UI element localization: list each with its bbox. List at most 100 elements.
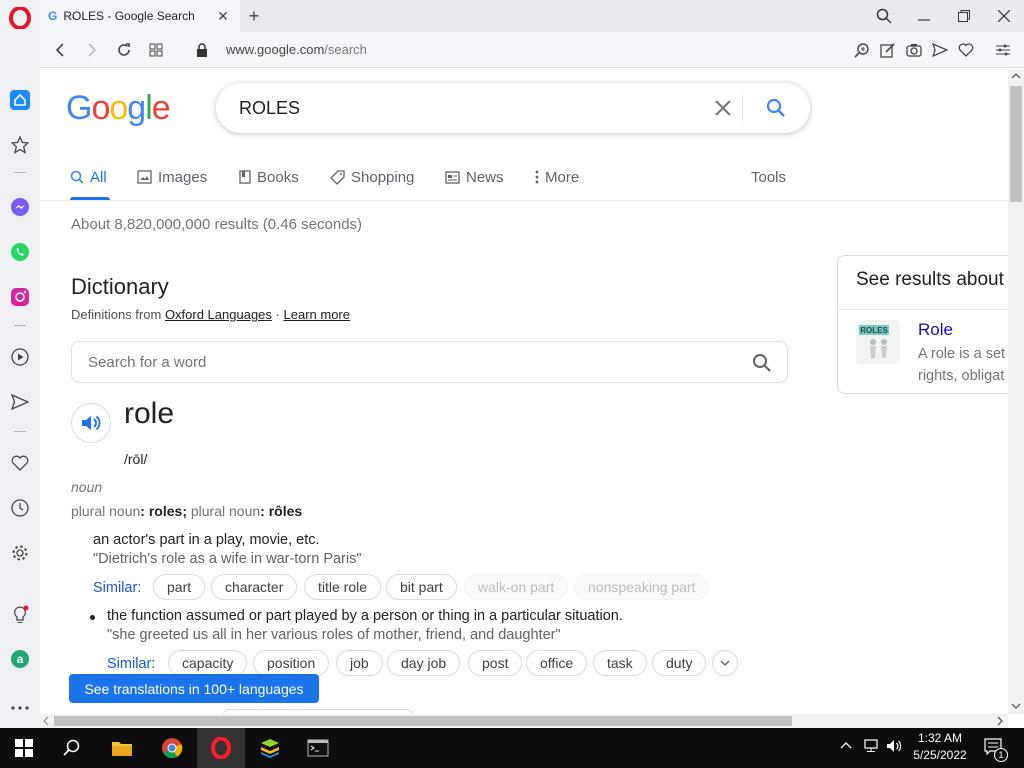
part-of-speech: noun xyxy=(71,479,103,495)
word-search-icon[interactable] xyxy=(752,353,772,373)
similar-chip[interactable]: character xyxy=(211,574,298,600)
whatsapp-icon[interactable] xyxy=(8,240,32,264)
tab-news[interactable]: News xyxy=(445,165,504,189)
bookmarks-icon[interactable] xyxy=(8,133,32,157)
plural-form: rôles xyxy=(268,503,303,519)
zoom-icon[interactable] xyxy=(852,40,872,60)
example-1: "Dietrich's role as a wife in war-torn P… xyxy=(93,551,362,567)
tab-search-icon[interactable] xyxy=(873,6,895,26)
svg-text:a: a xyxy=(17,652,24,666)
definition-1: an actor's part in a play, movie, etc. xyxy=(93,532,320,548)
tab-books[interactable]: Books xyxy=(239,165,299,189)
similar-chip[interactable]: title role xyxy=(304,574,382,600)
close-tab-icon[interactable]: ✕ xyxy=(216,8,230,24)
similar-chip[interactable]: nonspeaking part xyxy=(574,574,710,600)
clear-search-icon[interactable] xyxy=(714,99,732,117)
camera-icon[interactable] xyxy=(904,40,924,60)
plural-label: plural noun xyxy=(71,503,141,519)
similar-chip[interactable]: task xyxy=(593,650,647,676)
expand-similar-button[interactable] xyxy=(712,650,738,676)
tabs-divider xyxy=(40,200,1008,201)
vertical-scroll-thumb[interactable] xyxy=(1010,86,1022,202)
edit-icon[interactable] xyxy=(878,40,898,60)
messenger-icon[interactable] xyxy=(8,195,32,219)
similar-chip[interactable]: position xyxy=(253,650,330,676)
translations-button[interactable]: See translations in 100+ languages xyxy=(69,674,319,703)
speed-dial-icon[interactable] xyxy=(146,40,166,60)
search-input[interactable]: ROLES xyxy=(216,83,810,133)
easy-setup-icon[interactable] xyxy=(993,40,1013,60)
search-icon[interactable] xyxy=(766,98,786,118)
more-vert-icon xyxy=(535,170,539,184)
kp-desc-line: rights, obligat xyxy=(918,368,1005,384)
windows-start-icon[interactable] xyxy=(0,728,48,768)
scroll-right-arrow-icon[interactable] xyxy=(996,716,1004,726)
similar-chip[interactable]: walk-on part xyxy=(464,574,569,600)
tab-all[interactable]: All xyxy=(70,165,107,189)
similar-chip[interactable]: job xyxy=(336,650,383,676)
tab-images[interactable]: Images xyxy=(137,165,207,189)
scroll-left-arrow-icon[interactable] xyxy=(42,716,50,726)
more-dots-icon[interactable] xyxy=(8,696,32,720)
pronunciation-speaker-icon[interactable] xyxy=(71,403,111,443)
kp-title: See results about xyxy=(856,269,1004,290)
send-icon[interactable] xyxy=(930,40,950,60)
minimize-icon[interactable] xyxy=(913,6,935,26)
home-icon[interactable] xyxy=(8,88,32,112)
similar-chip[interactable]: part xyxy=(153,574,206,600)
role-thumbnail[interactable]: ROLES xyxy=(856,320,900,364)
opera-logo-icon[interactable] xyxy=(8,6,32,30)
network-icon[interactable] xyxy=(862,739,880,753)
scroll-down-arrow-icon[interactable] xyxy=(1010,702,1022,710)
tab-more[interactable]: More xyxy=(535,165,579,189)
chrome-icon[interactable] xyxy=(148,728,196,768)
settings-gear-icon[interactable] xyxy=(8,541,32,565)
tray-chevron-up-icon[interactable] xyxy=(840,741,852,749)
instagram-icon[interactable] xyxy=(8,285,32,309)
taskbar-search-icon[interactable] xyxy=(48,728,96,768)
similar-label: Similar: xyxy=(107,656,156,672)
pinboard-heart-icon[interactable] xyxy=(8,451,32,475)
lock-icon[interactable] xyxy=(192,40,212,60)
plural-form: roles xyxy=(148,503,183,519)
volume-icon[interactable] xyxy=(886,739,904,753)
clock-date: 5/25/2022 xyxy=(913,748,967,762)
restore-icon[interactable] xyxy=(953,6,975,26)
url-field[interactable]: www.google.com/search xyxy=(226,42,367,57)
new-tab-button[interactable]: + xyxy=(244,6,264,26)
similar-chip[interactable]: capacity xyxy=(168,650,248,676)
terminal-icon[interactable] xyxy=(294,728,342,768)
amazon-icon[interactable]: a xyxy=(8,647,32,671)
definitions-from-label: Definitions from xyxy=(71,307,162,322)
tools-button[interactable]: Tools xyxy=(751,165,786,189)
oxford-languages-link[interactable]: Oxford Languages xyxy=(165,307,272,322)
forward-icon[interactable] xyxy=(82,40,102,60)
file-explorer-icon[interactable] xyxy=(98,728,146,768)
similar-chip[interactable]: post xyxy=(468,650,523,676)
history-icon[interactable] xyxy=(8,496,32,520)
bluestacks-icon[interactable] xyxy=(246,728,294,768)
similar-chip[interactable]: bit part xyxy=(386,574,457,600)
horizontal-scroll-thumb[interactable] xyxy=(54,716,792,726)
similar-chip[interactable]: office xyxy=(526,650,588,676)
close-window-icon[interactable] xyxy=(993,6,1015,26)
browser-tab[interactable]: G ROLES - Google Search ✕ xyxy=(40,0,240,32)
scroll-up-arrow-icon[interactable] xyxy=(1010,72,1022,80)
google-logo[interactable]: Google xyxy=(66,89,171,128)
url-path: /search xyxy=(324,42,367,57)
similar-chip[interactable]: day job xyxy=(387,650,461,676)
opera-taskbar-icon[interactable] xyxy=(197,728,245,768)
word-search-input[interactable]: Search for a word xyxy=(71,341,788,383)
reload-icon[interactable] xyxy=(114,40,134,60)
heart-icon[interactable] xyxy=(956,40,976,60)
back-icon[interactable] xyxy=(50,40,70,60)
tab-shopping[interactable]: Shopping xyxy=(330,165,414,189)
learn-more-link[interactable]: Learn more xyxy=(284,307,350,322)
url-host: www.google.com xyxy=(226,42,325,57)
kp-entity-link[interactable]: Role xyxy=(918,320,953,340)
tips-lightbulb-icon[interactable] xyxy=(8,603,32,627)
flow-icon[interactable] xyxy=(8,390,32,414)
player-icon[interactable] xyxy=(8,345,32,369)
similar-chip[interactable]: duty xyxy=(652,650,707,676)
clock[interactable]: 1:32 AM 5/25/2022 xyxy=(910,731,970,762)
